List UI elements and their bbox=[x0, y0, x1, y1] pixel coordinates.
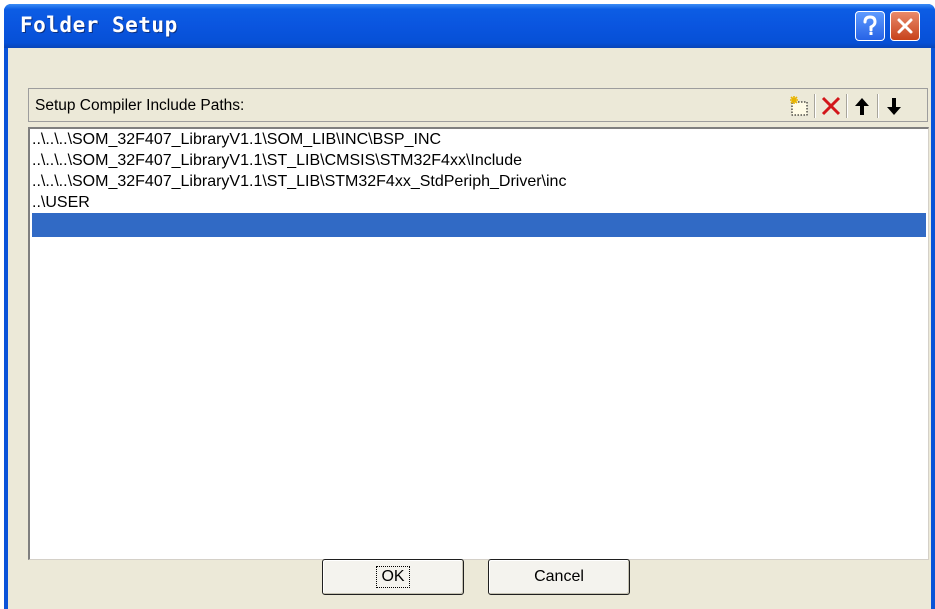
delete-icon bbox=[821, 96, 841, 116]
folder-setup-dialog: Folder Setup Setup Compiler Include Path… bbox=[4, 4, 935, 609]
help-button[interactable] bbox=[855, 11, 885, 41]
list-item[interactable]: ..\..\..\SOM_32F407_LibraryV1.1\ST_LIB\C… bbox=[32, 150, 926, 171]
move-down-button[interactable] bbox=[881, 93, 907, 119]
cancel-label: Cancel bbox=[534, 568, 584, 585]
move-up-icon bbox=[855, 98, 869, 115]
close-icon bbox=[897, 18, 913, 34]
new-folder-icon bbox=[790, 96, 808, 116]
list-item-selected-empty[interactable] bbox=[32, 213, 926, 237]
close-button[interactable] bbox=[890, 11, 920, 41]
toolbar-separator bbox=[877, 94, 879, 118]
list-item[interactable]: ..\USER bbox=[32, 192, 926, 213]
include-paths-label: Setup Compiler Include Paths: bbox=[35, 97, 245, 114]
move-up-button[interactable] bbox=[849, 93, 875, 119]
cancel-button[interactable]: Cancel bbox=[488, 559, 630, 595]
toolbar-separator bbox=[814, 94, 816, 118]
toolbar-separator bbox=[846, 94, 848, 118]
new-folder-button[interactable] bbox=[786, 93, 812, 119]
title-bar[interactable]: Folder Setup bbox=[4, 4, 935, 48]
include-paths-header: Setup Compiler Include Paths: bbox=[28, 88, 928, 122]
dialog-body: Setup Compiler Include Paths: ..\..\..\S… bbox=[8, 48, 931, 609]
help-icon bbox=[863, 15, 877, 35]
ok-button[interactable]: OK bbox=[322, 559, 464, 595]
ok-label: OK bbox=[376, 566, 410, 588]
list-item[interactable]: ..\..\..\SOM_32F407_LibraryV1.1\SOM_LIB\… bbox=[32, 129, 926, 150]
dialog-title: Folder Setup bbox=[20, 13, 178, 37]
move-down-icon bbox=[887, 98, 901, 115]
include-paths-list[interactable]: ..\..\..\SOM_32F407_LibraryV1.1\SOM_LIB\… bbox=[28, 127, 929, 560]
delete-button[interactable] bbox=[818, 93, 844, 119]
list-item[interactable]: ..\..\..\SOM_32F407_LibraryV1.1\ST_LIB\S… bbox=[32, 171, 926, 192]
